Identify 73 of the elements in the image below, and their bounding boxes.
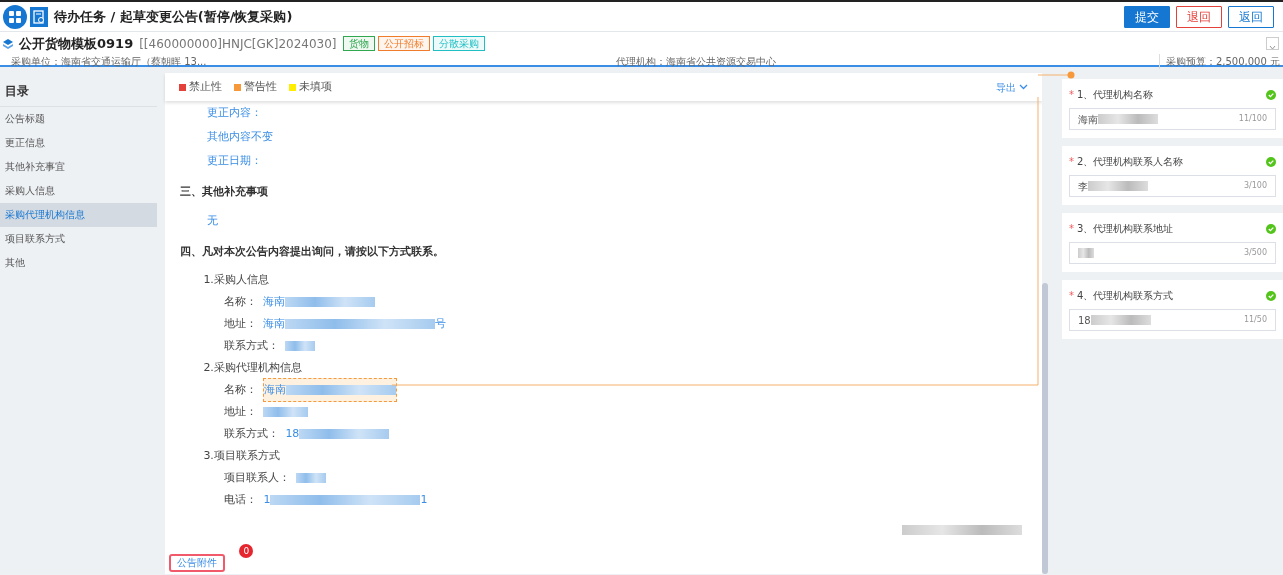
field-value: 海南 (263, 294, 286, 310)
attachment-button[interactable]: 公告附件 (169, 554, 226, 572)
document-text: 更正日期： (206, 153, 264, 169)
scrollbar-thumb[interactable] (1041, 283, 1048, 574)
field-label: 名称： (224, 382, 258, 398)
field-label: 联系方式： (224, 338, 280, 354)
sidebar-item[interactable]: 公告标题 (0, 107, 158, 131)
page-title: 待办任务 / 起草变更公告(暂停/恢复采购) (54, 7, 293, 26)
meta-text: 采购单位：海南省交通运输厅（蔡朝晖 13... (11, 54, 208, 69)
field-label: 名称： (224, 294, 258, 310)
toolbar-button[interactable]: 返回 (1228, 5, 1274, 28)
sidebar-item[interactable]: 项目联系方式 (0, 227, 158, 251)
toolbar-button[interactable]: 提交 (1124, 5, 1170, 28)
subsection-heading: 1.采购人信息 (202, 272, 270, 288)
field-value: 18 (285, 426, 300, 442)
form-label: 4、代理机构联系方式 (1076, 289, 1174, 303)
meta-text: 采购预算：2,500,000 元 (1158, 53, 1280, 69)
layers-icon (3, 38, 13, 49)
document-icon (30, 6, 48, 27)
document-text: 无 (206, 213, 220, 229)
field-value: 海南 (264, 382, 287, 398)
tag: 分散采购 (432, 36, 485, 52)
sidebar-title: 目录 (0, 73, 158, 107)
field-value: 海南 (263, 316, 286, 332)
field-label: 项目联系人： (224, 470, 291, 486)
meta-text: 代理机构：海南省公共资源交易中心 (616, 54, 777, 69)
sidebar-item[interactable]: 采购人信息 (0, 179, 158, 203)
tag: 货物 (342, 36, 375, 52)
input-field[interactable]: 海南 11/100 (1068, 108, 1276, 130)
field-value: 1 (420, 492, 428, 508)
input-value: 18 (1077, 313, 1091, 328)
legend-label: 未填项 (299, 79, 333, 95)
project-name: 公开货物模板0919 (19, 35, 134, 53)
required-mark: * (1068, 222, 1074, 236)
required-mark: * (1068, 155, 1074, 169)
document-text: 其他内容不变 (206, 129, 275, 145)
character-counter: 11/100 (1238, 113, 1267, 125)
character-counter: 11/50 (1243, 314, 1267, 326)
form-label: 1、代理机构名称 (1076, 88, 1154, 102)
form-label: 2、代理机构联系人名称 (1076, 155, 1184, 169)
field-value: 1 (263, 492, 271, 508)
field-label: 地址： (224, 404, 258, 420)
input-value: 海南 (1077, 112, 1098, 127)
sidebar-item[interactable]: 更正信息 (0, 131, 158, 155)
input-value: 李 (1077, 179, 1088, 194)
field-label: 地址： (224, 316, 258, 332)
section-heading: 三、其他补充事项 (179, 184, 270, 200)
sidebar-item[interactable]: 其他补充事宜 (0, 155, 158, 179)
field-value: 号 (435, 316, 447, 332)
project-code: [[460000000]HNJC[GK]2024030] (139, 35, 337, 53)
required-mark: * (1068, 289, 1074, 303)
subsection-heading: 2.采购代理机构信息 (202, 360, 303, 376)
collapse-toggle[interactable] (1266, 37, 1279, 50)
input-field[interactable]: 李 3/100 (1068, 175, 1276, 197)
field-label: 电话： (224, 492, 258, 508)
required-mark: * (1068, 88, 1074, 102)
document-text: 更正内容： (206, 105, 264, 121)
tag: 公开招标 (377, 36, 430, 52)
input-field[interactable]: 18 11/50 (1068, 309, 1276, 331)
subsection-heading: 3.项目联系方式 (202, 448, 281, 464)
character-counter: 3/500 (1243, 247, 1267, 259)
field-label: 联系方式： (224, 426, 280, 442)
count-badge: 0 (239, 544, 254, 558)
toolbar-button[interactable]: 退回 (1176, 5, 1222, 28)
character-counter: 3/100 (1243, 180, 1267, 192)
app-grid-icon[interactable] (3, 4, 27, 29)
sidebar-item[interactable]: 其他 (0, 251, 158, 275)
form-label: 3、代理机构联系地址 (1076, 222, 1174, 236)
export-dropdown[interactable]: 导出 (995, 79, 1028, 95)
section-heading: 四、凡对本次公告内容提出询问，请按以下方式联系。 (179, 244, 446, 260)
legend-label: 警告性 (244, 79, 278, 95)
chevron-down-icon (1018, 84, 1028, 90)
legend-label: 禁止性 (189, 79, 223, 95)
